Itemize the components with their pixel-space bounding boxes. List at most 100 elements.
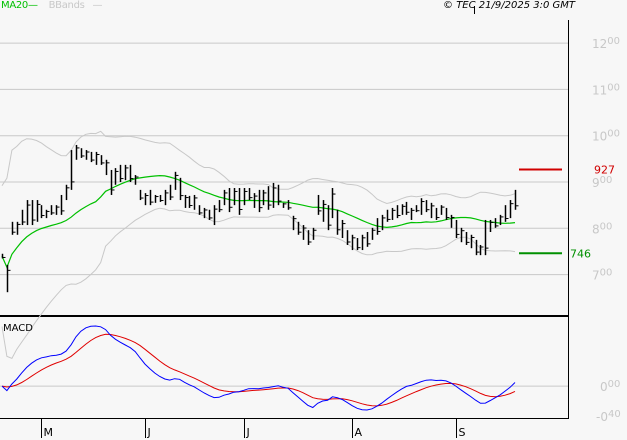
y-tick-main: 7 [592,269,600,283]
price-bar [26,200,31,226]
price-bar [366,232,371,247]
macd-tick-label: -040 [596,409,621,424]
price-bar [391,207,396,220]
price-bar [401,204,406,215]
price-bar [70,150,75,190]
price-bar [405,201,410,215]
y-tick-sup: 00 [600,221,613,232]
price-bar [267,186,272,210]
macd-tick-main: 0 [600,380,608,394]
price-bar [154,194,159,203]
y-tick-label: 900 [592,175,612,190]
price-bar [435,207,440,220]
price-bar [450,214,455,228]
macd-line [1,325,516,411]
price-bar [514,189,519,210]
x-tick-label: J [246,426,250,439]
price-bar [479,244,484,256]
y-tick-main: 10 [592,130,607,144]
price-bar [100,155,105,165]
x-tick-label: M [44,426,54,439]
price-bar [341,219,346,239]
price-bar [55,205,60,215]
price-bar [445,207,450,220]
price-bar [65,184,70,201]
y-tick-sup: 00 [600,175,613,186]
y-tick-label: 700 [592,268,612,283]
price-bar [193,194,198,210]
y-tick-sup: 00 [600,268,613,279]
price-bar [356,238,361,251]
price-bar [371,227,376,240]
y-tick-sup: 00 [607,129,620,140]
price-bar [208,209,213,220]
price-bar [322,200,327,222]
price-bar [124,164,129,181]
price-bar [139,189,144,201]
price-bar [440,205,445,215]
price-bar [233,188,238,206]
bollinger-upper-line [1,130,516,205]
price-bar [184,194,189,208]
price-bar [287,200,292,210]
y-tick-main: 8 [592,222,600,236]
macd-tick-main: -0 [596,410,608,424]
price-bar [509,200,514,219]
price-bar [36,200,41,222]
price-bar [302,225,307,240]
price-bar [80,148,85,158]
price-bar [243,188,248,206]
price-bar [317,194,322,215]
macd-tick-sup: 00 [608,379,621,390]
price-bar [386,209,391,222]
macd-signal-line [1,333,516,407]
price-bar [484,219,489,256]
x-tick-label: J [147,426,151,439]
price-bar [312,227,317,240]
price-bar [203,207,208,219]
price-bar [218,200,223,213]
bollinger-lower-line [1,207,516,360]
price-bar [75,144,80,160]
price-bar [307,230,312,245]
price-bar [282,202,287,208]
y-tick-label: 1200 [592,36,620,51]
y-tick-main: 12 [592,37,607,51]
price-bar [105,159,110,176]
reference-label: 927 [594,163,615,176]
price-bar [144,193,149,206]
y-tick-main: 9 [592,176,600,190]
price-bar [134,175,139,185]
price-bar [50,205,55,215]
price-bar [336,209,341,235]
price-bar [223,189,228,206]
price-bar [188,195,193,208]
price-bar [21,209,26,226]
price-bar [425,200,430,213]
price-bar [430,202,435,219]
price-bar [60,194,65,215]
price-bar [119,164,124,182]
price-bar [420,198,425,215]
price-bar [262,189,267,206]
y-tick-sup: 00 [607,36,620,47]
price-bar [6,264,11,293]
price-bar [396,205,401,219]
price-bar [415,205,420,213]
macd-tick-label: 000 [600,379,620,394]
price-bar [198,205,203,215]
price-bar [504,205,509,222]
macd-label: MACD [3,323,33,334]
price-bar [351,234,356,251]
macd-tick-sup: 40 [608,409,621,420]
price-bar [346,230,351,245]
price-bar [460,227,465,243]
price-bar [169,184,174,201]
price-bar [1,253,6,259]
price-bar [361,234,366,251]
price-bar [164,189,169,206]
x-tick-label: S [459,426,466,439]
price-bar [238,188,243,215]
price-bar [40,205,45,219]
price-bar [95,151,100,165]
